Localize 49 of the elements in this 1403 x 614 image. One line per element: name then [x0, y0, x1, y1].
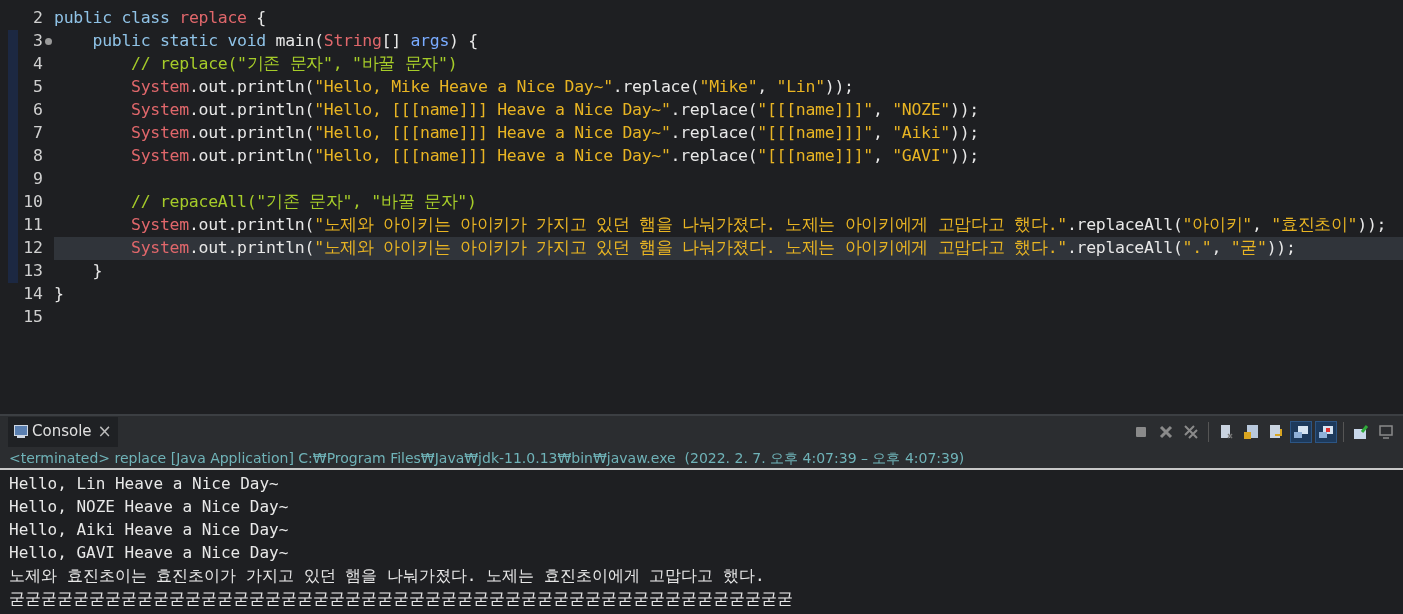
line-number: 2 — [33, 10, 43, 27]
line-number: 9 — [33, 171, 43, 188]
code-line: System.out.println("Hello, [[[name]]] Heave a Nice Day~".replace("[[[name]]]", "NOZE")); — [130, 99, 979, 122]
code-line: System.out.println("Hello, Mike Heave a Nice Day~".replace("Mike", "Lin")); — [130, 76, 854, 99]
line-number: 12 — [23, 240, 43, 257]
console-status: <terminated> replace [Java Application] C:₩Program Files₩Java₩jdk-11.0.13₩bin₩javaw.exe (2022. 2. 7. 오후 4:07:39 – 오후 4:07:39) — [9, 448, 965, 468]
line-number: 11 — [23, 217, 43, 234]
wrap-document-icon — [1268, 423, 1284, 440]
line-number: 7 — [33, 125, 43, 142]
double-cross-icon — [1183, 423, 1199, 440]
close-icon[interactable]: × — [97, 423, 112, 440]
close-icon — [1158, 423, 1174, 440]
code-line: System.out.println("노제와 아이키는 아이키가 가지고 있던 햄을 나눠가졌다. 노제는 아이키에게 고맙다고 했다.".replaceAll("아이키", "효진초이")); — [130, 214, 1387, 237]
console-error-icon — [1318, 423, 1334, 440]
code-line: public class replace { — [54, 7, 266, 30]
tab-label: Console — [32, 421, 92, 443]
toolbar-button[interactable] — [1315, 420, 1337, 443]
line-number: 8 — [33, 148, 43, 165]
output-line: Hello, NOZE Heave a Nice Day~ — [9, 495, 289, 518]
code-editor[interactable] — [0, 0, 1403, 414]
code-line: // replace("기존 문자", "바꿀 문자") — [130, 53, 458, 76]
line-number: 5 — [33, 79, 43, 96]
output-line: 노제와 효진초이는 효진초이가 가지고 있던 햄을 나눠가졌다. 노제는 효진초이에게 고맙다고 했다. — [9, 564, 765, 587]
line-number: 4 — [33, 56, 43, 73]
line-number: 13 — [23, 263, 43, 280]
toolbar-button[interactable] — [1290, 420, 1312, 443]
code-line: System.out.println("Hello, [[[name]]] Heave a Nice Day~".replace("[[[name]]]", "GAVI")); — [130, 145, 979, 168]
monitor-icon — [1378, 423, 1394, 440]
code-line: } — [54, 283, 64, 306]
lock-document-icon — [1243, 423, 1259, 440]
line-number: 14 — [23, 286, 43, 303]
code-line: System.out.println("노제와 아이키는 아이키가 가지고 있던 햄을 나눠가졌다. 노제는 아이키에게 고맙다고 했다.".replaceAll(".", "굳")); — [130, 237, 1296, 260]
output-line: Hello, Aiki Heave a Nice Day~ — [9, 518, 289, 541]
line-number: 15 — [23, 309, 43, 326]
output-line: Hello, GAVI Heave a Nice Day~ — [9, 541, 289, 564]
console-window-icon — [1293, 423, 1309, 440]
pinned-window-icon — [1353, 423, 1369, 440]
line-number: 3 — [33, 33, 43, 50]
console-icon — [14, 425, 28, 438]
code-line: System.out.println("Hello, [[[name]]] Heave a Nice Day~".replace("[[[name]]]", "Aiki")); — [130, 122, 979, 145]
output-line: 굳굳굳굳굳굳굳굳굳굳굳굳굳굳굳굳굳굳굳굳굳굳굳굳굳굳굳굳굳굳굳굳굳굳굳굳굳굳굳굳굳굳굳굳굳굳굳굳굳 — [9, 587, 793, 610]
line-number: 6 — [33, 102, 43, 119]
document-icon — [1218, 423, 1234, 440]
line-number: 10 — [23, 194, 43, 211]
code-line: } — [91, 260, 103, 283]
code-line: // repaceAll("기존 문자", "바꿀 문자") — [130, 191, 477, 214]
console-tab[interactable]: Console × — [8, 416, 118, 447]
output-line: Hello, Lin Heave a Nice Day~ — [9, 472, 279, 495]
code-line: public static void main(String[] args) { — [91, 30, 478, 53]
